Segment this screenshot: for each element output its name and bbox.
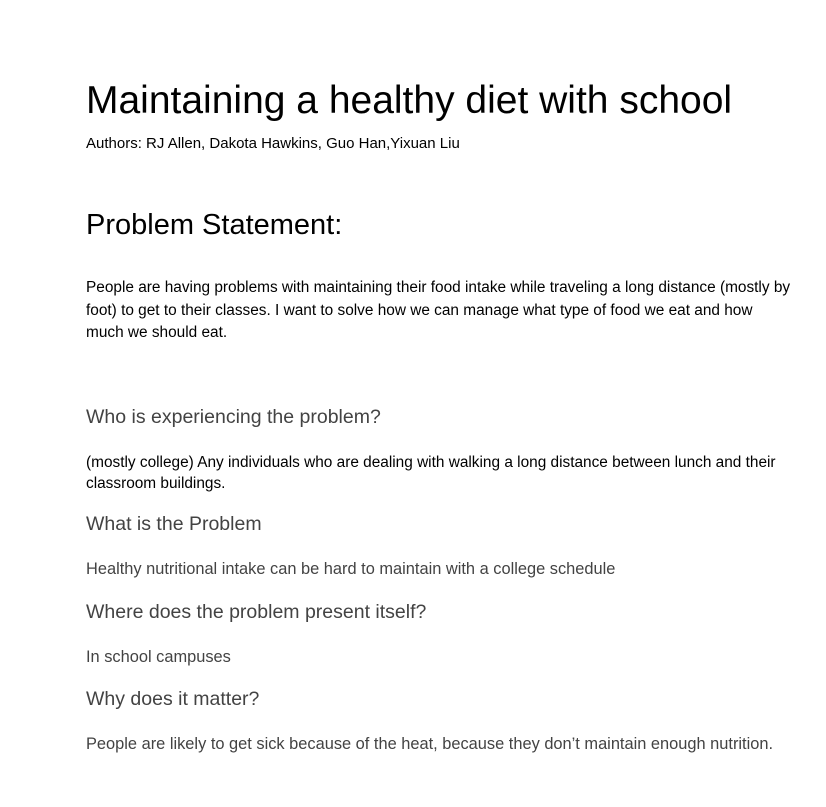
section-answer-where: In school campuses xyxy=(86,648,231,666)
section-heading-what: What is the Problem xyxy=(86,513,262,535)
section-heading-where: Where does the problem present itself? xyxy=(86,601,427,623)
section-heading-who: Who is experiencing the problem? xyxy=(86,406,381,428)
section-answer-why: People are likely to get sick because of… xyxy=(86,735,774,753)
problem-statement-text: People are having problems with maintain… xyxy=(86,279,791,341)
document-authors: Authors: RJ Allen, Dakota Hawkins, Guo H… xyxy=(86,135,460,152)
section-answer-who: (mostly college) Any individuals who are… xyxy=(86,454,776,492)
section-answer-what: Healthy nutritional intake can be hard t… xyxy=(86,560,616,578)
document-title: Maintaining a healthy diet with school xyxy=(86,79,733,122)
section-heading-why: Why does it matter? xyxy=(86,688,260,710)
problem-statement-heading: Problem Statement: xyxy=(86,209,343,241)
